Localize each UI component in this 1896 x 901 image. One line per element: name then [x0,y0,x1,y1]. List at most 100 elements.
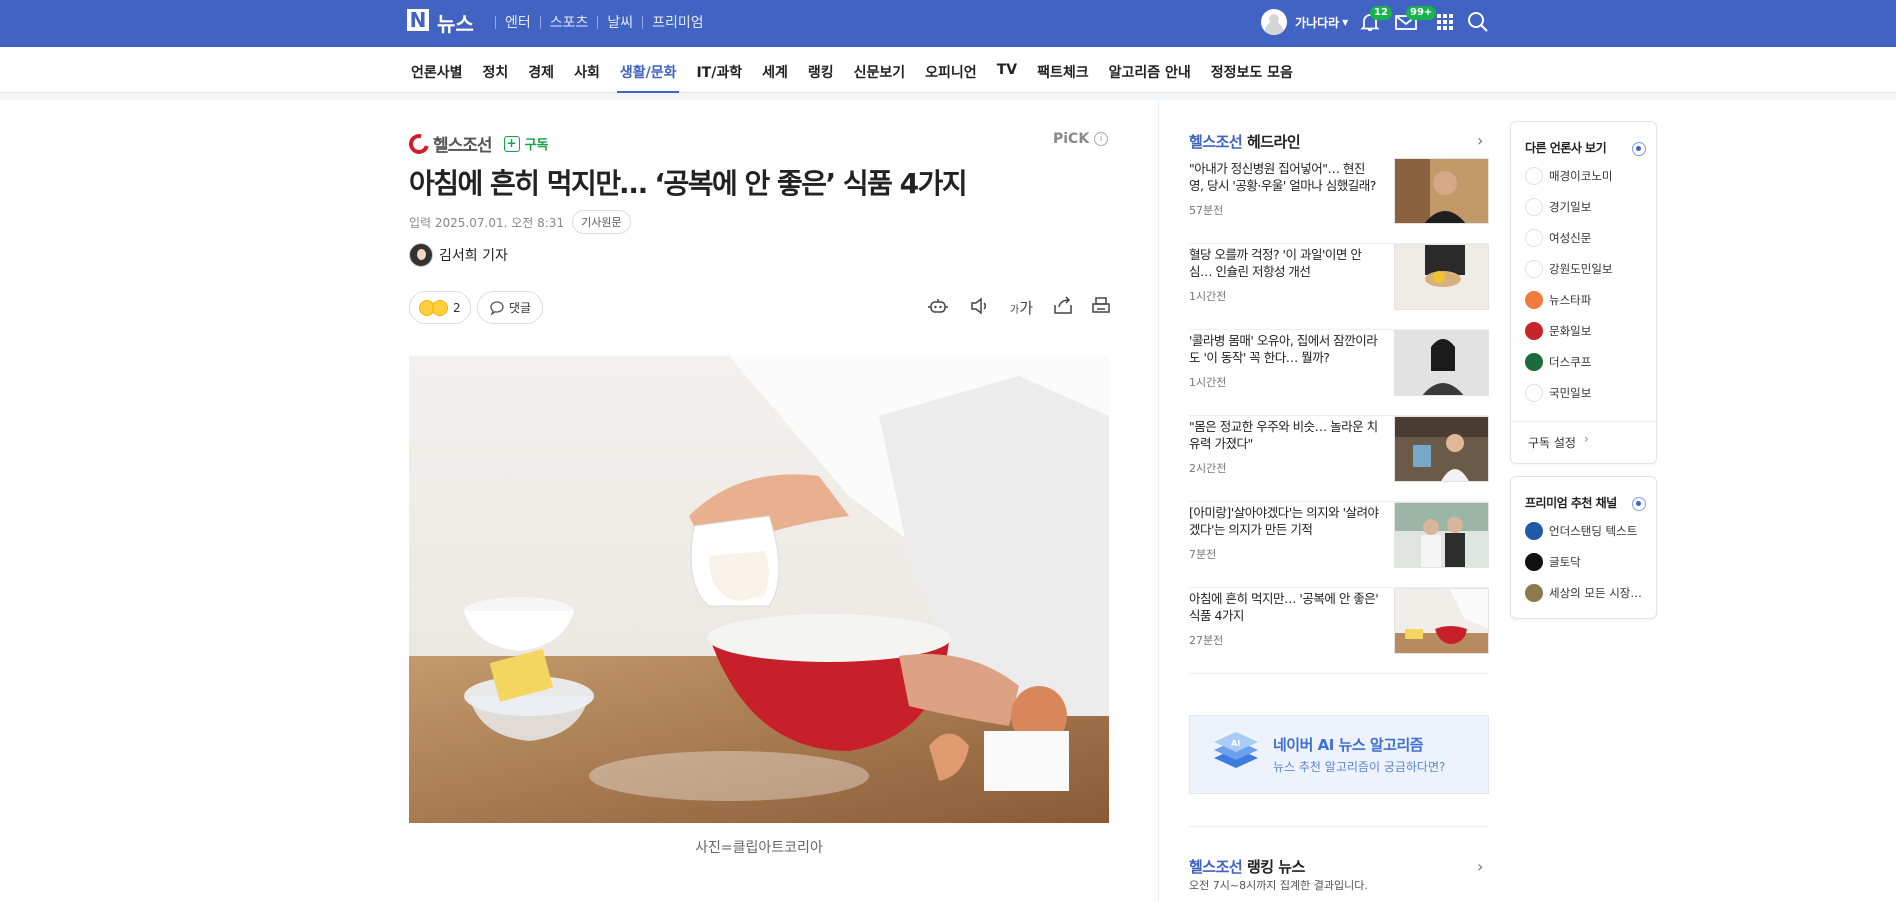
press-logo-icon [1525,260,1543,278]
press-name[interactable]: 헬스조선 [433,131,493,156]
avatar[interactable] [1261,9,1287,35]
reporter-avatar[interactable] [409,243,433,267]
notification-button[interactable]: 12 [1358,6,1392,34]
reporter[interactable]: 김서희 기자 [409,243,508,267]
category-opinion[interactable]: 오피니언 [925,62,977,93]
chevron-down-icon: ▼ [1342,17,1349,27]
category-corrections[interactable]: 정정보도 모음 [1211,62,1293,93]
article-photo[interactable] [409,356,1109,823]
headline-item-title[interactable]: "아내가 정신병원 집어넣어"… 현진영, 당시 '공황·우울' 얼마나 심했길… [1189,160,1379,194]
category-algorithm[interactable]: 알고리즘 안내 [1109,62,1191,93]
comment-button[interactable]: 댓글 [477,291,544,324]
headline-thumbnail[interactable] [1394,158,1489,224]
headline-item[interactable]: 아침에 흔히 먹지만… '공복에 안 좋은' 식품 4가지 27분전 [1189,588,1489,674]
press-item[interactable]: 더스쿠프 [1525,353,1591,371]
headline-item[interactable]: "몸은 정교한 우주와 비슷… 놀라운 치유력 가졌다" 2시간전 [1189,416,1489,502]
subscription-settings-link[interactable]: 구독 설정 › [1511,421,1656,450]
apps-button[interactable] [1433,10,1457,34]
press-logo-icon [1525,167,1543,185]
headline-item-title[interactable]: '콜라병 몸매' 오유아, 집에서 잠깐이라도 '이 동작' 꼭 한다… 뭘까? [1189,332,1379,366]
category-it-science[interactable]: IT/과학 [696,62,742,93]
category-society[interactable]: 사회 [574,62,600,93]
category-life-culture[interactable]: 생활/문화 [616,62,680,93]
headline-item-title[interactable]: 아침에 흔히 먹지만… '공복에 안 좋은' 식품 4가지 [1189,590,1379,624]
press-item[interactable]: 여성신문 [1525,229,1591,247]
headline-item-title[interactable]: "몸은 정교한 우주와 비슷… 놀라운 치유력 가졌다" [1189,418,1379,452]
category-tv[interactable]: TV [997,62,1017,93]
comment-icon [490,300,504,316]
premium-item[interactable]: 세상의 모든 시장… [1525,584,1642,602]
print-button[interactable] [1090,295,1112,322]
headline-item[interactable]: [아미랑]'살아야겠다'는 의지와 '살려야겠다'는 의지가 만든 기적 7분전 [1189,502,1489,588]
headline-item-time: 7분전 [1189,548,1217,561]
category-ranking[interactable]: 랭킹 [808,62,834,93]
naver-logo-icon[interactable] [407,8,429,32]
category-world[interactable]: 세계 [762,62,788,93]
headline-thumbnail[interactable] [1394,244,1489,310]
user-menu[interactable]: 가나다라 ▼ [1261,9,1348,35]
top-bar: 뉴스 엔터 스포츠 날씨 프리미엄 가나다라 ▼ 12 99+ [0,0,1896,47]
premium-item-name: 글토닥 [1549,555,1581,569]
font-size-button[interactable]: 가가 [1010,297,1033,318]
chevron-right-icon[interactable]: › [1477,131,1483,150]
top-nav-premium[interactable]: 프리미엄 [652,12,704,32]
top-nav-weather[interactable]: 날씨 [607,12,633,32]
refresh-icon[interactable] [1632,142,1646,156]
headline-item-title[interactable]: 혈당 오를까 걱정? '이 과일'이면 안심… 인슐린 저항성 개선 [1189,246,1379,280]
category-politics[interactable]: 정치 [483,62,509,93]
ai-banner-subtitle: 뉴스 추천 알고리즘이 궁금하다면? [1273,760,1446,774]
category-factcheck[interactable]: 팩트체크 [1037,62,1089,93]
share-icon [1054,296,1072,314]
press-logo-icon[interactable] [405,129,433,158]
top-nav-sports[interactable]: 스포츠 [550,12,589,32]
headline-thumbnail[interactable] [1394,502,1489,568]
press-item-name: 문화일보 [1549,324,1592,338]
category-press[interactable]: 언론사별 [411,62,463,93]
share-button[interactable] [1052,295,1074,322]
press-item[interactable]: 문화일보 [1525,322,1591,340]
ranking-section-title[interactable]: 헬스조선 랭킹 뉴스 [1189,856,1305,877]
premium-item[interactable]: 글토닥 [1525,553,1581,571]
user-name[interactable]: 가나다라 [1295,14,1339,31]
news-logo-text[interactable]: 뉴스 [437,8,474,37]
mail-button[interactable]: 99+ [1394,6,1437,34]
original-article-button[interactable]: 기사원문 [572,210,631,234]
headline-item-time: 57분전 [1189,204,1224,217]
article-date: 입력 2025.07.01. 오전 8:31 [409,215,565,230]
category-newspaper[interactable]: 신문보기 [854,62,906,93]
search-button[interactable] [1466,10,1490,34]
tts-button[interactable] [969,295,991,322]
press-item[interactable]: 강원도민일보 [1525,260,1612,278]
pick-badge[interactable]: PiCK i [1053,131,1109,147]
press-item[interactable]: 뉴스타파 [1525,291,1591,309]
headline-thumbnail[interactable] [1394,330,1489,396]
press-logo-icon [1525,198,1543,216]
category-economy[interactable]: 경제 [528,62,554,93]
top-nav-entertainment[interactable]: 엔터 [505,12,531,32]
press-item[interactable]: 국민일보 [1525,384,1591,402]
headline-item[interactable]: 혈당 오를까 걱정? '이 과일'이면 안심… 인슐린 저항성 개선 1시간전 [1189,244,1489,330]
press-item[interactable]: 매경이코노미 [1525,167,1612,185]
headline-item[interactable]: "아내가 정신병원 집어넣어"… 현진영, 당시 '공황·우울' 얼마나 심했길… [1189,158,1489,244]
channel-logo-icon [1525,522,1543,540]
ai-banner-title[interactable]: 네이버 AI 뉴스 알고리즘 [1273,734,1424,755]
premium-item[interactable]: 언더스탠딩 텍스트 [1525,522,1637,540]
chevron-right-icon[interactable]: › [1477,857,1483,876]
summary-bot-button[interactable] [927,295,949,322]
info-icon[interactable]: i [1094,132,1109,146]
refresh-icon[interactable] [1632,497,1646,511]
reaction-button[interactable]: 2 [409,291,471,324]
ai-stack-icon: AI [1214,732,1258,768]
reporter-name[interactable]: 김서희 기자 [439,245,508,265]
headline-thumbnail[interactable] [1394,416,1489,482]
subscribe-button[interactable]: + 구독 [503,134,548,153]
mail-badge: 99+ [1406,6,1437,20]
headline-section-title[interactable]: 헬스조선 헤드라인 [1189,131,1301,152]
press-item[interactable]: 경기일보 [1525,198,1591,216]
chevron-right-icon: › [1584,432,1589,446]
headline-thumbnail[interactable] [1394,588,1489,654]
subscription-settings-label[interactable]: 구독 설정 [1528,434,1576,451]
ai-algorithm-banner[interactable]: AI 네이버 AI 뉴스 알고리즘 뉴스 추천 알고리즘이 궁금하다면? [1189,715,1489,794]
headline-item[interactable]: '콜라병 몸매' 오유아, 집에서 잠깐이라도 '이 동작' 꼭 한다… 뭘까?… [1189,330,1489,416]
headline-item-title[interactable]: [아미랑]'살아야겠다'는 의지와 '살려야겠다'는 의지가 만든 기적 [1189,504,1379,538]
